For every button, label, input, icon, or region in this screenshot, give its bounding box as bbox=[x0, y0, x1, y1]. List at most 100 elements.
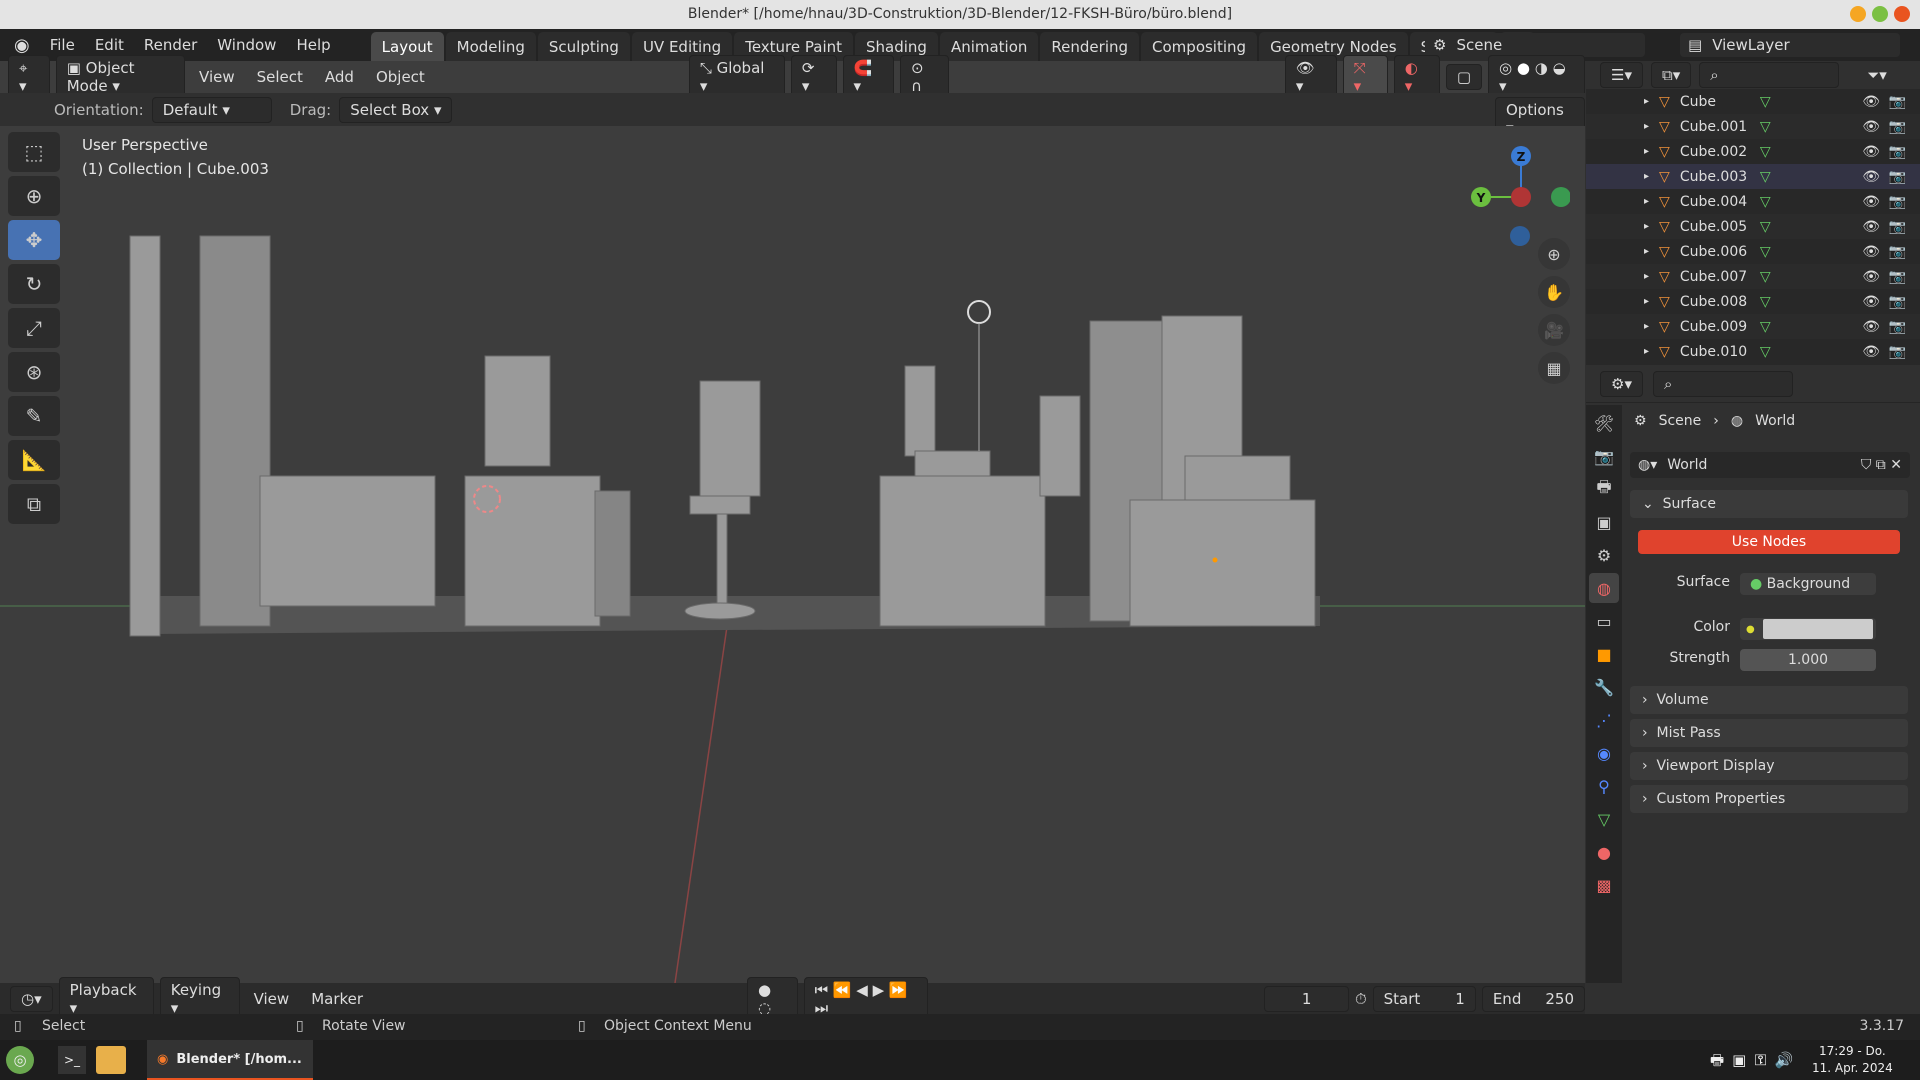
object-tab-icon[interactable]: ■ bbox=[1589, 639, 1619, 669]
camera-render-icon[interactable]: 📷 bbox=[1889, 319, 1906, 335]
view-layer-tab-icon[interactable]: ▣ bbox=[1589, 507, 1619, 537]
material-tab-icon[interactable]: ● bbox=[1589, 837, 1619, 867]
scene-tab-icon[interactable]: ⚙ bbox=[1589, 540, 1619, 570]
camera-render-icon[interactable]: 📷 bbox=[1889, 294, 1906, 310]
expand-arrow-icon[interactable]: ▸ bbox=[1644, 196, 1649, 207]
outliner-item[interactable]: ▸ ▽ Cube.010 ▽ 👁 📷 bbox=[1586, 339, 1920, 364]
marker-menu[interactable]: Marker bbox=[303, 990, 371, 1008]
constraints-tab-icon[interactable]: ⚲ bbox=[1589, 771, 1619, 801]
view-layer-selector[interactable]: ▤ ViewLayer bbox=[1680, 33, 1900, 57]
clock[interactable]: 17:29 - Do. 11. Apr. 2024 bbox=[1812, 1043, 1893, 1077]
scene-selector[interactable]: ⚙ Scene bbox=[1425, 33, 1645, 57]
outliner-display-mode[interactable]: ☰▾ bbox=[1600, 62, 1643, 88]
menu-select[interactable]: Select bbox=[249, 68, 311, 86]
transform-tool-icon[interactable]: ⊛ bbox=[8, 352, 60, 392]
files-icon[interactable] bbox=[96, 1046, 126, 1074]
end-frame-field[interactable]: End 250 bbox=[1481, 985, 1585, 1012]
cursor-tool-icon[interactable]: ⊕ bbox=[8, 176, 60, 216]
outliner-item[interactable]: ▸ ▽ Cube.003 ▽ 👁 📷 bbox=[1586, 164, 1920, 189]
terminal-icon[interactable]: >_ bbox=[58, 1046, 86, 1074]
expand-arrow-icon[interactable]: ▸ bbox=[1644, 221, 1649, 232]
3d-viewport[interactable]: User Perspective (1) Collection | Cube.0… bbox=[0, 126, 1585, 983]
tool-tab-icon[interactable]: 🛠 bbox=[1589, 408, 1619, 438]
eye-icon[interactable]: 👁 bbox=[1862, 194, 1880, 210]
select-box-tool-icon[interactable]: ⬚ bbox=[8, 132, 60, 172]
outliner-item[interactable]: ▸ ▽ Cube ▽ 👁 📷 bbox=[1586, 89, 1920, 114]
camera-render-icon[interactable]: 📷 bbox=[1889, 219, 1906, 235]
orientation-dropdown[interactable]: Default ▾ bbox=[151, 96, 272, 123]
eye-icon[interactable]: 👁 bbox=[1862, 219, 1880, 235]
particles-tab-icon[interactable]: ⋰ bbox=[1589, 705, 1619, 735]
output-tab-icon[interactable]: 🖶 bbox=[1589, 474, 1619, 504]
texture-tab-icon[interactable]: ▩ bbox=[1589, 870, 1619, 900]
surface-shader-field[interactable]: ● Background bbox=[1740, 573, 1876, 595]
outliner-item[interactable]: ▸ ▽ Cube.008 ▽ 👁 📷 bbox=[1586, 289, 1920, 314]
drag-dropdown[interactable]: Select Box ▾ bbox=[339, 96, 453, 123]
timeline-view-menu[interactable]: View bbox=[246, 990, 298, 1008]
menu-object[interactable]: Object bbox=[368, 68, 433, 86]
collection-tab-icon[interactable]: ▭ bbox=[1589, 606, 1619, 636]
stopwatch-icon[interactable]: ⏱ bbox=[1355, 990, 1367, 1008]
render-tab-icon[interactable]: 📷 bbox=[1589, 441, 1619, 471]
filter-icon[interactable]: ⏷▾ bbox=[1867, 66, 1887, 84]
rotate-tool-icon[interactable]: ↻ bbox=[8, 264, 60, 304]
camera-render-icon[interactable]: 📷 bbox=[1889, 119, 1906, 135]
ortho-grid-icon[interactable]: ▦ bbox=[1538, 352, 1570, 384]
data-tab-icon[interactable]: ▽ bbox=[1589, 804, 1619, 834]
expand-arrow-icon[interactable]: ▸ bbox=[1644, 121, 1649, 132]
expand-arrow-icon[interactable]: ▸ bbox=[1644, 271, 1649, 282]
expand-arrow-icon[interactable]: ▸ bbox=[1644, 246, 1649, 257]
camera-render-icon[interactable]: 📷 bbox=[1889, 244, 1906, 260]
move-tool-icon[interactable]: ✥ bbox=[8, 220, 60, 260]
outliner-item[interactable]: ▸ ▽ Cube.002 ▽ 👁 📷 bbox=[1586, 139, 1920, 164]
viewport-display-panel[interactable]: › Viewport Display bbox=[1630, 752, 1908, 780]
timeline-editor-type[interactable]: ◷▾ bbox=[10, 985, 53, 1012]
world-selector[interactable]: ◍▾ World ⛉ ⧉ ✕ bbox=[1630, 452, 1910, 478]
eye-icon[interactable]: 👁 bbox=[1862, 169, 1880, 185]
maximize-button[interactable] bbox=[1872, 6, 1888, 22]
camera-icon[interactable]: 🎥 bbox=[1538, 314, 1570, 346]
outliner-item[interactable]: ▸ ▽ Cube.007 ▽ 👁 📷 bbox=[1586, 264, 1920, 289]
properties-search[interactable]: ⌕ bbox=[1652, 370, 1793, 397]
camera-render-icon[interactable]: 📷 bbox=[1889, 269, 1906, 285]
annotate-tool-icon[interactable]: ✎ bbox=[8, 396, 60, 436]
pan-hand-icon[interactable]: ✋ bbox=[1538, 276, 1570, 308]
add-cube-tool-icon[interactable]: ⧉ bbox=[8, 484, 60, 524]
menu-render[interactable]: Render bbox=[134, 36, 207, 54]
tab-rendering[interactable]: Rendering bbox=[1040, 32, 1140, 62]
tab-layout[interactable]: Layout bbox=[370, 32, 444, 62]
outliner-item[interactable]: ▸ ▽ Cube.005 ▽ 👁 📷 bbox=[1586, 214, 1920, 239]
surface-panel-header[interactable]: ⌄ Surface bbox=[1630, 490, 1908, 518]
color-swatch[interactable] bbox=[1762, 619, 1873, 639]
camera-render-icon[interactable]: 📷 bbox=[1889, 144, 1906, 160]
tab-compositing[interactable]: Compositing bbox=[1141, 32, 1258, 62]
expand-arrow-icon[interactable]: ▸ bbox=[1644, 146, 1649, 157]
expand-arrow-icon[interactable]: ▸ bbox=[1644, 296, 1649, 307]
tab-modeling[interactable]: Modeling bbox=[445, 32, 536, 62]
eye-icon[interactable]: 👁 bbox=[1862, 344, 1880, 360]
camera-render-icon[interactable]: 📷 bbox=[1889, 94, 1906, 110]
menu-file[interactable]: File bbox=[40, 36, 85, 54]
properties-editor-type[interactable]: ⚙▾ bbox=[1600, 370, 1643, 397]
world-tab-icon[interactable]: ◍ bbox=[1589, 573, 1619, 603]
color-field[interactable]: ● bbox=[1740, 618, 1876, 640]
menu-edit[interactable]: Edit bbox=[85, 36, 134, 54]
start-menu-icon[interactable]: ◎ bbox=[6, 1046, 34, 1074]
outliner-item[interactable]: ▸ ▽ Cube.004 ▽ 👁 📷 bbox=[1586, 189, 1920, 214]
menu-window[interactable]: Window bbox=[207, 36, 286, 54]
taskbar-blender-app[interactable]: ◉ Blender* [/hom... bbox=[147, 1040, 313, 1080]
outliner-item[interactable]: ▸ ▽ Cube.001 ▽ 👁 📷 bbox=[1586, 114, 1920, 139]
modifier-tab-icon[interactable]: 🔧 bbox=[1589, 672, 1619, 702]
eye-icon[interactable]: 👁 bbox=[1862, 94, 1880, 110]
close-button[interactable] bbox=[1894, 6, 1910, 22]
expand-arrow-icon[interactable]: ▸ bbox=[1644, 96, 1649, 107]
eye-icon[interactable]: 👁 bbox=[1862, 244, 1880, 260]
outliner-search[interactable]: ⌕ bbox=[1699, 62, 1840, 88]
scale-tool-icon[interactable]: ⤢ bbox=[8, 308, 60, 348]
volume-panel[interactable]: › Volume bbox=[1630, 686, 1908, 714]
outliner-item[interactable]: ▸ ▽ Cube.006 ▽ 👁 📷 bbox=[1586, 239, 1920, 264]
menu-add[interactable]: Add bbox=[317, 68, 362, 86]
expand-arrow-icon[interactable]: ▸ bbox=[1644, 321, 1649, 332]
camera-render-icon[interactable]: 📷 bbox=[1889, 194, 1906, 210]
custom-properties-panel[interactable]: › Custom Properties bbox=[1630, 785, 1908, 813]
